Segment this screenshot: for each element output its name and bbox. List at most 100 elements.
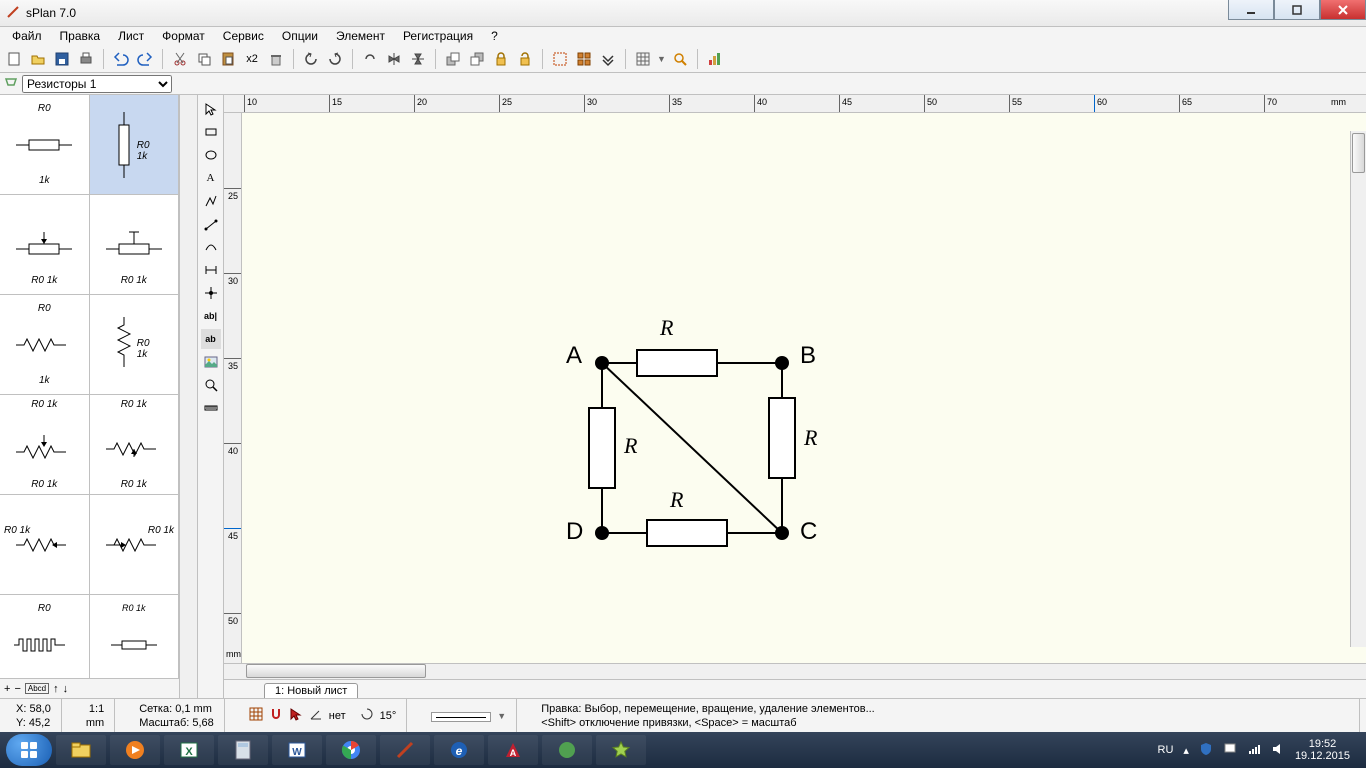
menu-registration[interactable]: Регистрация — [395, 27, 481, 45]
menu-service[interactable]: Сервис — [215, 27, 272, 45]
lib-resistor-small[interactable]: R0 1k — [90, 595, 180, 678]
label2-tool[interactable]: ab — [201, 329, 221, 349]
lib-resistor-vertical[interactable]: R01k — [90, 95, 180, 195]
tray-clock[interactable]: 19:52 19.12.2015 — [1295, 738, 1350, 762]
vertical-scrollbar[interactable] — [1350, 131, 1366, 647]
menu-sheet[interactable]: Лист — [110, 27, 152, 45]
add-icon[interactable]: + — [4, 683, 10, 695]
lib-resistor-zigzag-2[interactable]: R01k — [90, 295, 180, 395]
horizontal-scrollbar[interactable] — [224, 663, 1366, 679]
lib-resistor-array[interactable]: R0 — [0, 595, 90, 678]
polyline-tool[interactable] — [201, 191, 221, 211]
minimize-button[interactable] — [1228, 0, 1274, 20]
system-tray: RU ▴ 19:52 19.12.2015 — [1158, 738, 1360, 762]
task-mediaplayer[interactable] — [110, 735, 160, 765]
lib-resistor-horizontal[interactable]: R0 1k — [0, 95, 90, 195]
back-icon[interactable] — [467, 49, 487, 69]
redo-icon[interactable] — [135, 49, 155, 69]
tray-up-icon[interactable]: ▴ — [1183, 744, 1189, 757]
rotate-90-icon[interactable] — [360, 49, 380, 69]
undo-icon[interactable] — [111, 49, 131, 69]
task-app1[interactable] — [542, 735, 592, 765]
ruler-tool[interactable] — [201, 398, 221, 418]
task-chrome[interactable] — [326, 735, 376, 765]
remove-icon[interactable]: − — [14, 683, 20, 695]
status-linestyle[interactable]: ▼ — [421, 699, 517, 734]
library-dropdown[interactable]: Резисторы 1 — [22, 75, 172, 93]
lock-icon[interactable] — [491, 49, 511, 69]
cut-icon[interactable] — [170, 49, 190, 69]
rotation-icon[interactable] — [360, 707, 374, 725]
duplicate-icon[interactable]: x2 — [242, 49, 262, 69]
lib-var-resistor-2[interactable]: R0 1k — [90, 495, 180, 595]
lib-pot-2[interactable]: R0 1k — [90, 195, 180, 295]
lib-pot-zigzag-2[interactable]: R0 1k R0 1k — [90, 395, 180, 495]
lib-pot-zigzag-1[interactable]: R0 1k R0 1k — [0, 395, 90, 495]
unlock-icon[interactable] — [515, 49, 535, 69]
task-app2[interactable] — [596, 735, 646, 765]
task-excel[interactable]: X — [164, 735, 214, 765]
page-tab-1[interactable]: 1: Новый лист — [264, 683, 358, 698]
task-ie[interactable]: e — [434, 735, 484, 765]
grid-toggle-icon[interactable] — [249, 707, 263, 725]
grid-icon[interactable] — [633, 49, 653, 69]
lib-pot-1[interactable]: R0 1k — [0, 195, 90, 295]
text-tool[interactable]: A — [201, 168, 221, 188]
paste-icon[interactable] — [218, 49, 238, 69]
menu-edit[interactable]: Правка — [52, 27, 109, 45]
menu-file[interactable]: Файл — [4, 27, 50, 45]
menu-format[interactable]: Формат — [154, 27, 213, 45]
tray-shield-icon[interactable] — [1199, 742, 1213, 759]
group-icon[interactable] — [574, 49, 594, 69]
snap-icon[interactable] — [269, 707, 283, 725]
start-button[interactable] — [6, 734, 52, 766]
tray-lang[interactable]: RU — [1158, 744, 1174, 756]
tray-flag-icon[interactable] — [1223, 742, 1237, 759]
mirror-v-icon[interactable] — [408, 49, 428, 69]
image-tool[interactable] — [201, 352, 221, 372]
task-autocad[interactable]: A — [488, 735, 538, 765]
curve-tool[interactable] — [201, 237, 221, 257]
circle-tool[interactable] — [201, 145, 221, 165]
task-splan[interactable] — [380, 735, 430, 765]
menu-element[interactable]: Элемент — [328, 27, 393, 45]
pointer-tool[interactable] — [201, 99, 221, 119]
task-calc[interactable] — [218, 735, 268, 765]
front-icon[interactable] — [443, 49, 463, 69]
task-explorer[interactable] — [56, 735, 106, 765]
mirror-h-icon[interactable] — [384, 49, 404, 69]
find-icon[interactable] — [598, 49, 618, 69]
delete-icon[interactable] — [266, 49, 286, 69]
copy-icon[interactable] — [194, 49, 214, 69]
save-icon[interactable] — [52, 49, 72, 69]
props-icon[interactable]: Abcd — [25, 683, 49, 694]
zoom-icon[interactable] — [670, 49, 690, 69]
select-all-icon[interactable] — [550, 49, 570, 69]
drawing-canvas[interactable]: A B C D R R R R — [242, 113, 1366, 663]
menu-help[interactable]: ? — [483, 27, 506, 45]
lib-var-resistor-1[interactable]: R0 1k — [0, 495, 90, 595]
menu-options[interactable]: Опции — [274, 27, 326, 45]
tray-network-icon[interactable] — [1247, 742, 1261, 759]
rotate-left-icon[interactable] — [301, 49, 321, 69]
maximize-button[interactable] — [1274, 0, 1320, 20]
dimension-tool[interactable] — [201, 260, 221, 280]
node-tool[interactable] — [201, 283, 221, 303]
tray-volume-icon[interactable] — [1271, 742, 1285, 759]
up-icon[interactable]: ↑ — [53, 683, 59, 695]
new-icon[interactable] — [4, 49, 24, 69]
chart-icon[interactable] — [705, 49, 725, 69]
label-tool[interactable]: ab| — [201, 306, 221, 326]
lib-resistor-zigzag-1[interactable]: R0 1k — [0, 295, 90, 395]
line-tool[interactable] — [201, 214, 221, 234]
print-icon[interactable] — [76, 49, 96, 69]
task-word[interactable]: W — [272, 735, 322, 765]
cursor-icon[interactable] — [289, 707, 303, 725]
angle-icon[interactable] — [309, 707, 323, 725]
down-icon[interactable]: ↓ — [63, 683, 69, 695]
rect-tool[interactable] — [201, 122, 221, 142]
zoom-tool[interactable] — [201, 375, 221, 395]
close-button[interactable] — [1320, 0, 1366, 20]
rotate-right-icon[interactable] — [325, 49, 345, 69]
open-icon[interactable] — [28, 49, 48, 69]
